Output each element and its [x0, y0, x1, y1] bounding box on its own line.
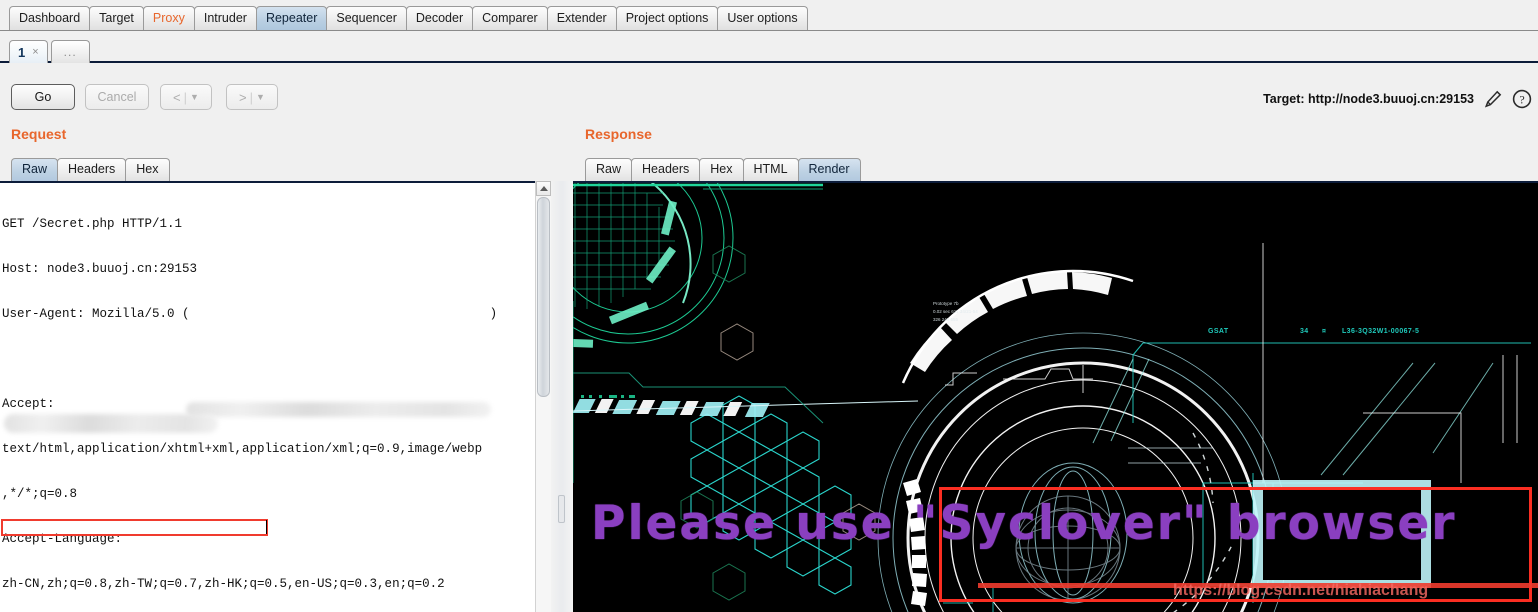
- main-tab-user-options[interactable]: User options: [717, 6, 808, 30]
- svg-text:326 240 555: 326 240 555: [933, 317, 959, 322]
- response-tab-render[interactable]: Render: [797, 158, 861, 181]
- close-icon[interactable]: ×: [32, 42, 38, 63]
- request-scrollbar[interactable]: [535, 181, 551, 612]
- hud-label-gsat: GSAT: [1208, 328, 1229, 335]
- main-tab-label: Intruder: [203, 11, 247, 25]
- new-tab-label: ...: [63, 44, 77, 59]
- main-tab-comparer[interactable]: Comparer: [472, 6, 548, 30]
- main-tab-bar: Dashboard Target Proxy Intruder Repeater…: [0, 0, 1538, 31]
- main-tab-sequencer[interactable]: Sequencer: [326, 6, 407, 30]
- request-line: User-Agent: Mozilla/5.0 ( ): [2, 307, 498, 321]
- repeater-tab-label: 1: [18, 44, 26, 60]
- hud-label-serial: L36-3Q32W1-00067-5: [1342, 328, 1420, 335]
- request-line: zh-CN,zh;q=0.8,zh-TW;q=0.7,zh-HK;q=0.5,e…: [2, 577, 445, 591]
- redaction-blur: [4, 414, 218, 433]
- response-tab-headers[interactable]: Headers: [631, 158, 701, 181]
- svg-text:Prototype 7b: Prototype 7b: [933, 301, 959, 306]
- previous-request-button[interactable]: < | ▼: [160, 84, 212, 110]
- main-tab-decoder[interactable]: Decoder: [405, 6, 474, 30]
- splitter-grip[interactable]: [558, 495, 565, 523]
- tab-label: Raw: [596, 162, 622, 176]
- scrollbar-thumb[interactable]: [537, 197, 550, 397]
- tab-label: Raw: [22, 162, 48, 176]
- cancel-button[interactable]: Cancel: [85, 84, 149, 110]
- chevron-down-icon[interactable]: ▼: [256, 92, 265, 102]
- help-icon[interactable]: ?: [1512, 89, 1532, 109]
- main-tab-repeater[interactable]: Repeater: [255, 6, 328, 30]
- main-tab-target[interactable]: Target: [89, 6, 144, 30]
- tab-label: Hex: [710, 162, 733, 176]
- tab-label: Render: [808, 162, 850, 176]
- main-tab-intruder[interactable]: Intruder: [193, 6, 257, 30]
- prev-arrow-icon: <: [173, 89, 181, 105]
- main-tab-project-options[interactable]: Project options: [615, 6, 719, 30]
- request-line: GET /Secret.php HTTP/1.1: [2, 217, 183, 231]
- request-line: Host: node3.buuoj.cn:29153: [2, 262, 198, 276]
- next-request-button[interactable]: > | ▼: [226, 84, 278, 110]
- main-tab-label: Comparer: [482, 11, 538, 25]
- response-panel-title: Response: [585, 126, 652, 142]
- tab-label: Hex: [136, 162, 159, 176]
- svg-text:0.02 sec 611-34/21-54: 0.02 sec 611-34/21-54: [933, 309, 978, 314]
- redaction-blur: [186, 402, 491, 417]
- repeater-tab-1[interactable]: 1 ×: [9, 40, 48, 63]
- request-tab-raw[interactable]: Raw: [11, 158, 59, 181]
- panel-splitter[interactable]: [551, 181, 573, 612]
- target-area: Target: http://node3.buuoj.cn:29153 ?: [1263, 89, 1532, 109]
- request-text[interactable]: GET /Secret.php HTTP/1.1 Host: node3.buu…: [2, 187, 522, 612]
- button-separator: |: [183, 89, 188, 105]
- response-tab-bar: Raw Headers Hex HTML Render: [585, 157, 861, 181]
- repeater-tab-bar: 1 × ...: [0, 31, 1538, 63]
- main-tab-dashboard[interactable]: Dashboard: [9, 6, 91, 30]
- chevron-down-icon[interactable]: ▼: [190, 92, 199, 102]
- request-tab-bar: Raw Headers Hex: [11, 157, 170, 181]
- main-tab-label: User options: [727, 11, 798, 25]
- burp-suite-window: Dashboard Target Proxy Intruder Repeater…: [0, 0, 1538, 612]
- hud-label-marker: ¤: [1322, 328, 1327, 335]
- main-tab-label: Project options: [625, 11, 709, 25]
- go-button[interactable]: Go: [11, 84, 75, 110]
- repeater-new-tab-button[interactable]: ...: [50, 40, 90, 63]
- svg-text:?: ?: [1519, 92, 1524, 106]
- main-tab-label: Repeater: [265, 11, 318, 25]
- button-separator: |: [249, 89, 254, 105]
- target-label: Target: http://node3.buuoj.cn:29153: [1263, 92, 1474, 106]
- hud-label-34: 34: [1300, 328, 1309, 335]
- main-tab-extender[interactable]: Extender: [546, 6, 617, 30]
- response-tab-html[interactable]: HTML: [742, 158, 799, 181]
- main-tab-label: Extender: [556, 11, 607, 25]
- cancel-button-label: Cancel: [97, 90, 137, 104]
- request-tab-headers[interactable]: Headers: [57, 158, 127, 181]
- response-tab-raw[interactable]: Raw: [585, 158, 633, 181]
- request-line: text/html,application/xhtml+xml,applicat…: [2, 442, 483, 456]
- request-line: [2, 352, 522, 367]
- scroll-up-arrow-icon[interactable]: [536, 181, 551, 196]
- go-button-label: Go: [34, 90, 52, 104]
- pencil-icon[interactable]: [1483, 89, 1503, 109]
- main-tab-label: Target: [99, 11, 134, 25]
- tab-label: Headers: [642, 162, 690, 176]
- tab-label: Headers: [68, 162, 116, 176]
- request-editor[interactable]: GET /Secret.php HTTP/1.1 Host: node3.buu…: [0, 181, 551, 612]
- text-caret: [266, 520, 267, 534]
- request-tab-hex[interactable]: Hex: [125, 158, 170, 181]
- request-line: ,*/*;q=0.8: [2, 487, 78, 501]
- response-render-view[interactable]: Prototype 7b 0.02 sec 611-34/21-54 326 2…: [573, 181, 1538, 612]
- repeater-toolbar: Go Cancel < | ▼ > | ▼ Target: http://nod…: [0, 65, 1538, 125]
- request-line: Accept-Language:: [2, 532, 123, 546]
- main-tab-label: Dashboard: [19, 11, 81, 25]
- main-tab-label: Proxy: [152, 11, 185, 25]
- tab-label: HTML: [753, 162, 788, 176]
- request-panel-title: Request: [11, 126, 67, 142]
- main-tab-label: Sequencer: [336, 11, 397, 25]
- main-tab-proxy[interactable]: Proxy: [142, 6, 195, 30]
- main-tab-label: Decoder: [415, 11, 464, 25]
- watermark-text: https://blog.csdn.net/hiahiachang: [1173, 582, 1429, 599]
- next-arrow-icon: >: [239, 89, 247, 105]
- response-tab-hex[interactable]: Hex: [699, 158, 744, 181]
